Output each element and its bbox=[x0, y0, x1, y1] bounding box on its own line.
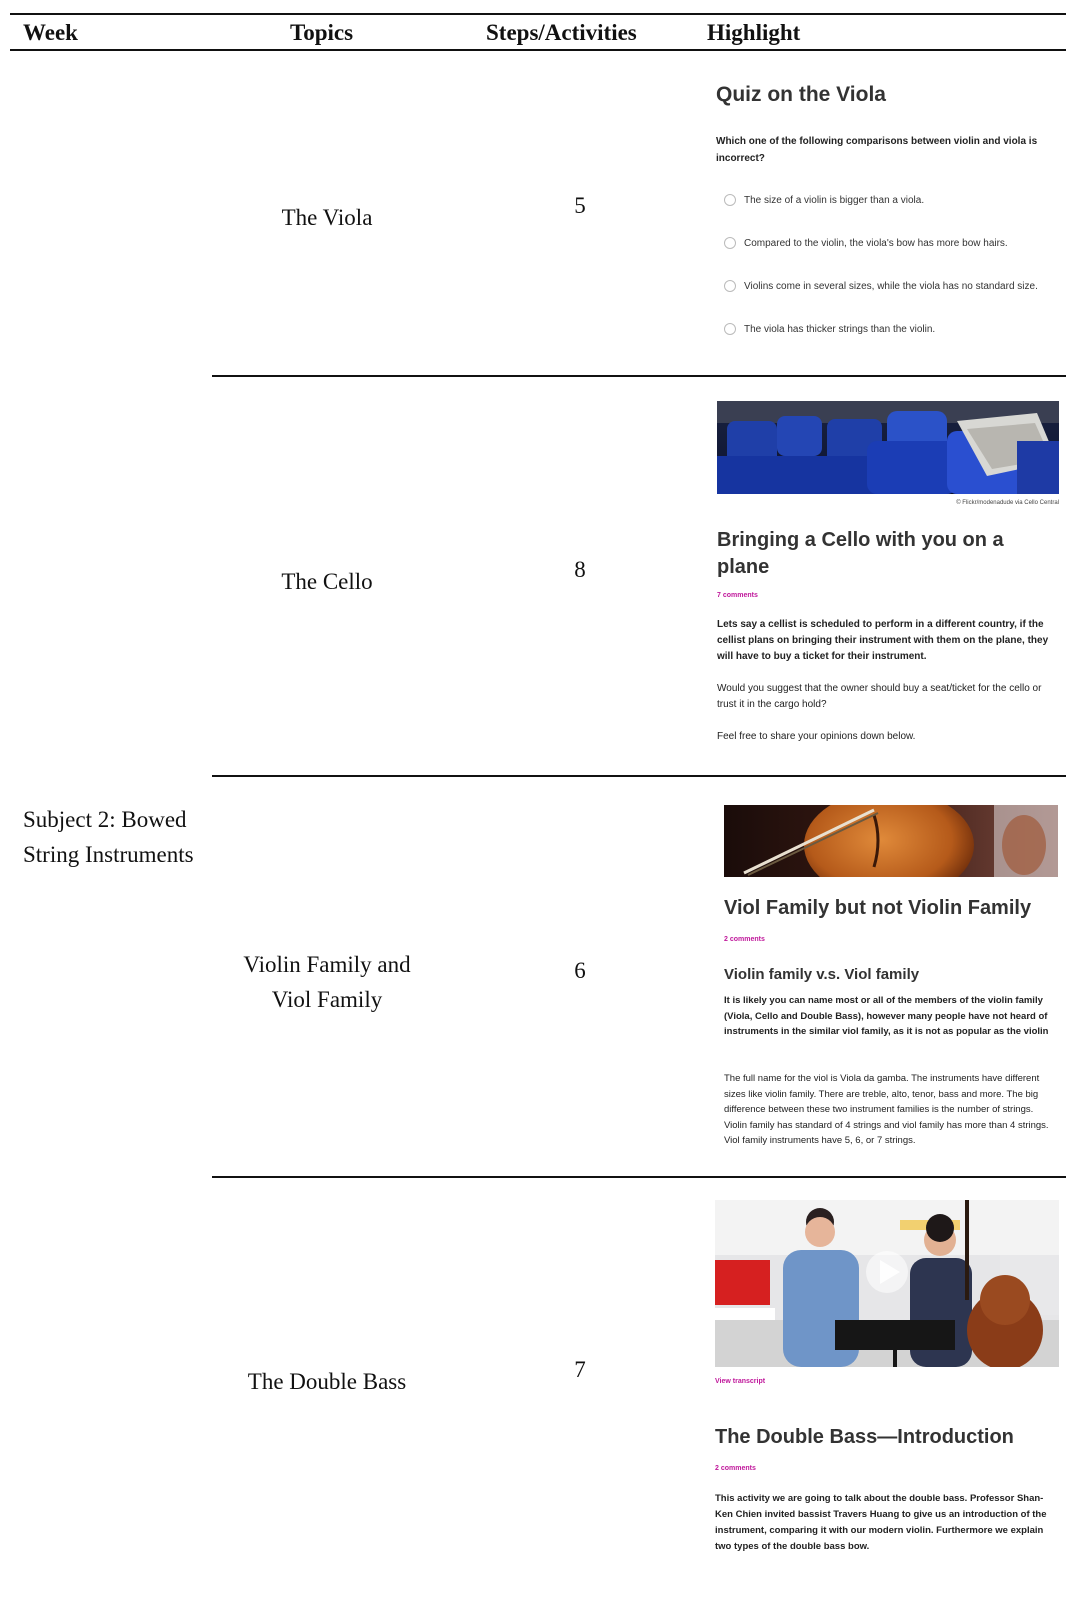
week-label: Subject 2: Bowed String Instruments bbox=[23, 807, 194, 867]
row-divider bbox=[212, 375, 1066, 377]
option-label: The viola has thicker strings than the v… bbox=[744, 323, 936, 335]
quiz-option[interactable]: The size of a violin is bigger than a vi… bbox=[724, 194, 924, 206]
airplane-seats-image bbox=[717, 401, 1059, 494]
radio-icon[interactable] bbox=[724, 237, 736, 249]
steps-cell: 8 bbox=[574, 557, 586, 582]
video-player[interactable] bbox=[715, 1200, 1059, 1367]
topic-cell: Violin Family and Viol Family bbox=[243, 952, 411, 1012]
viol-paragraph: The full name for the viol is Viola da g… bbox=[724, 1073, 1049, 1146]
topic-cell: The Viola bbox=[281, 205, 373, 230]
header-highlight: Highlight bbox=[707, 20, 801, 45]
bass-lead-text: This activity we are going to talk about… bbox=[715, 1493, 1047, 1552]
viol-instrument-image bbox=[724, 805, 1058, 877]
option-label: The size of a violin is bigger than a vi… bbox=[744, 194, 925, 206]
table-top-rule bbox=[10, 13, 1066, 15]
quiz-question: Which one of the following comparisons b… bbox=[716, 136, 1038, 164]
topic-cell: The Double Bass bbox=[247, 1369, 407, 1394]
row-divider bbox=[212, 775, 1066, 777]
steps-cell: 7 bbox=[574, 1357, 586, 1382]
option-label: Compared to the violin, the viola's bow … bbox=[744, 237, 1008, 249]
cello-lead-text: Lets say a cellist is scheduled to perfo… bbox=[717, 619, 1049, 662]
bass-title: The Double Bass—Introduction bbox=[715, 1426, 1014, 1448]
header-week: Week bbox=[23, 20, 78, 45]
viol-title: Viol Family but not Violin Family bbox=[724, 897, 1032, 919]
highlight-bass-card: View transcript The Double Bass—Introduc… bbox=[715, 1200, 1060, 1595]
quiz-option[interactable]: The viola has thicker strings than the v… bbox=[724, 323, 935, 335]
radio-icon[interactable] bbox=[724, 280, 736, 292]
steps-cell: 5 bbox=[574, 193, 586, 218]
comments-link[interactable]: 7 comments bbox=[717, 592, 758, 599]
radio-icon[interactable] bbox=[724, 194, 736, 206]
viol-subtitle: Violin family v.s. Viol family bbox=[724, 966, 920, 983]
topic-cell: The Cello bbox=[281, 569, 373, 594]
viol-lead-text: It is likely you can name most or all of… bbox=[724, 995, 1049, 1037]
radio-icon[interactable] bbox=[724, 323, 736, 335]
cello-paragraph: Feel free to share your opinions down be… bbox=[717, 731, 916, 742]
view-transcript-link[interactable]: View transcript bbox=[715, 1378, 765, 1385]
comments-link[interactable]: 2 comments bbox=[724, 936, 765, 943]
option-label: Violins come in several sizes, while the… bbox=[744, 280, 1038, 292]
image-caption: © Flickr/modenadude via Cello Central bbox=[956, 500, 1059, 506]
quiz-title: Quiz on the Viola bbox=[716, 83, 886, 106]
highlight-quiz-card: Quiz on the Viola Which one of the follo… bbox=[716, 80, 1066, 360]
header-steps: Steps/Activities bbox=[486, 20, 637, 45]
comments-link[interactable]: 2 comments bbox=[715, 1465, 756, 1472]
steps-cell: 6 bbox=[574, 958, 586, 983]
highlight-viol-card: Viol Family but not Violin Family 2 comm… bbox=[724, 805, 1058, 1155]
row-divider bbox=[212, 1176, 1066, 1178]
cello-title: Bringing a Cello with you on a plane bbox=[717, 529, 1004, 578]
quiz-option[interactable]: Compared to the violin, the viola's bow … bbox=[724, 237, 1008, 249]
table-header-rule bbox=[10, 49, 1066, 51]
cello-paragraph: Would you suggest that the owner should … bbox=[717, 683, 1042, 710]
header-topics: Topics bbox=[290, 20, 354, 45]
quiz-option[interactable]: Violins come in several sizes, while the… bbox=[724, 280, 1038, 292]
highlight-cello-card: © Flickr/modenadude via Cello Central Br… bbox=[717, 401, 1062, 751]
